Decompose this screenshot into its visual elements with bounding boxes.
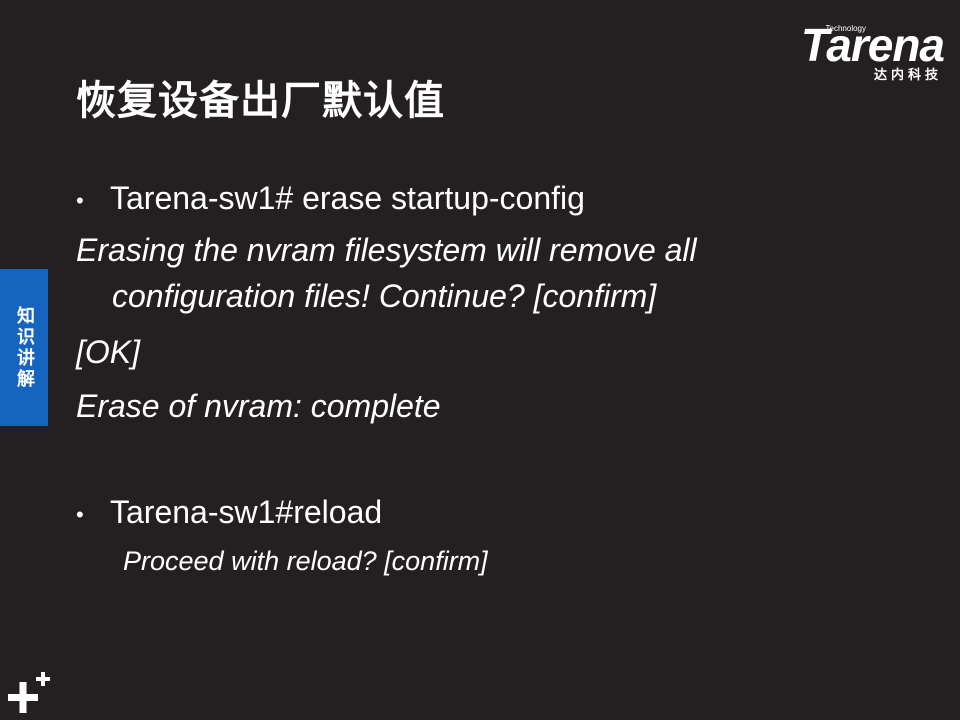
output-line-erasing: Erasing the nvram filesystem will remove… <box>76 232 697 268</box>
output-line-proceed: Proceed with reload? [confirm] <box>123 546 488 576</box>
side-tab-label: 知识讲解 <box>14 305 35 390</box>
output-line-ok: [OK] <box>76 334 141 370</box>
bullet-text-erase: Tarena-sw1# erase startup-config <box>110 180 585 216</box>
plus-plus-icon <box>8 672 50 713</box>
slide-title: 恢复设备出厂默认值 <box>76 78 445 124</box>
logo-chinese-text: 达内科技 <box>873 68 942 83</box>
bullet-item: Tarena-sw1#reload <box>76 494 382 531</box>
output-line-confirm: configuration files! Continue? [confirm] <box>112 278 657 314</box>
bullet-text-reload: Tarena-sw1#reload <box>110 494 383 530</box>
bullet-item: Tarena-sw1# erase startup-config <box>76 180 585 217</box>
tarena-logo: Technology Tarena 达内科技 <box>774 19 945 90</box>
logo-brand-text: Tarena <box>800 19 945 71</box>
side-tab: 知识讲解 <box>0 269 48 426</box>
output-line-complete: Erase of nvram: complete <box>76 388 441 424</box>
